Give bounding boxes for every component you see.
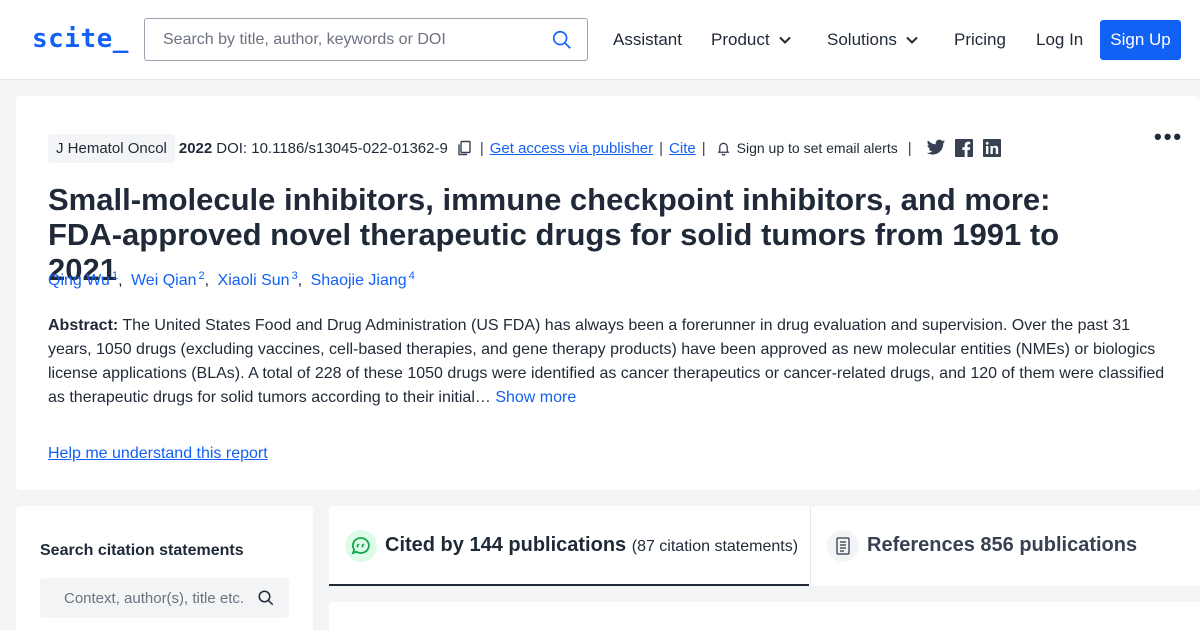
facebook-icon[interactable]: [954, 139, 974, 157]
citation-search-input[interactable]: [40, 578, 255, 618]
nav-solutions[interactable]: Solutions: [827, 30, 919, 50]
nav-login[interactable]: Log In: [1036, 30, 1083, 50]
separator: |: [907, 139, 912, 157]
abstract-label: Abstract:: [48, 317, 119, 334]
get-access-link[interactable]: Get access via publisher: [490, 140, 653, 157]
cited-by-label: Cited by 144 publications (87 citation s…: [385, 534, 799, 556]
cite-link[interactable]: Cite: [669, 140, 696, 157]
author-link[interactable]: Xiaoli Sun 3: [218, 270, 298, 289]
author-link[interactable]: Wei Qian 2: [131, 270, 205, 289]
top-navigation-bar: scite_ Assistant Product Solutions Prici…: [0, 0, 1200, 80]
citation-tabs: Cited by 144 publications (87 citation s…: [329, 506, 1200, 586]
paper-card: J Hematol Oncol 2022 DOI: 10.1186/s13045…: [16, 96, 1200, 490]
abstract: Abstract: The United States Food and Dru…: [48, 314, 1173, 410]
separator: ,: [204, 272, 210, 290]
chevron-down-icon: [778, 36, 791, 44]
nav-solutions-label: Solutions: [827, 30, 897, 49]
references-label: References 856 publications: [867, 534, 1138, 556]
linkedin-icon[interactable]: [982, 139, 1002, 157]
separator: ,: [118, 272, 123, 290]
copy-icon[interactable]: [456, 140, 472, 156]
separator: ,: [297, 272, 303, 290]
chat-quote-icon: [345, 530, 377, 562]
separator: |: [659, 139, 664, 157]
nav-assistant-label: Assistant: [613, 30, 682, 49]
more-options-button[interactable]: •••: [1154, 124, 1183, 150]
document-icon: [827, 530, 859, 562]
author-link[interactable]: Qing Wu 1: [48, 270, 118, 289]
show-more-link[interactable]: Show more: [495, 389, 576, 406]
nav-pricing[interactable]: Pricing: [954, 30, 1006, 50]
help-understand-link[interactable]: Help me understand this report: [48, 445, 268, 463]
chevron-down-icon: [906, 36, 918, 44]
tab-references[interactable]: References 856 publications: [810, 506, 1200, 586]
twitter-icon[interactable]: [926, 139, 946, 157]
tab-cited-by[interactable]: Cited by 144 publications (87 citation s…: [329, 506, 809, 586]
nav-login-label: Log In: [1036, 30, 1084, 49]
global-search-box: [144, 18, 588, 61]
separator: |: [479, 139, 484, 157]
citation-search-panel: Search citation statements: [16, 506, 313, 630]
search-icon[interactable]: [551, 29, 573, 51]
citation-statements-count: (87 citation statements): [631, 538, 799, 555]
nav-product[interactable]: Product: [711, 30, 792, 50]
journal-badge: J Hematol Oncol: [48, 133, 175, 163]
signup-button[interactable]: Sign Up: [1100, 20, 1181, 60]
abstract-text: The United States Food and Drug Administ…: [48, 317, 1165, 406]
citation-search-box: [40, 578, 289, 618]
author-link[interactable]: Shaojie Jiang 4: [311, 270, 415, 289]
separator: |: [701, 139, 706, 157]
paper-meta-row: J Hematol Oncol 2022 DOI: 10.1186/s13045…: [48, 132, 1002, 164]
scite-logo[interactable]: scite_: [32, 24, 129, 54]
author-list: Qing Wu 1, Wei Qian 2, Xiaoli Sun 3, Shaoji…: [48, 270, 415, 290]
citation-search-title: Search citation statements: [40, 542, 244, 559]
nav-product-label: Product: [711, 30, 770, 49]
search-icon[interactable]: [257, 589, 275, 607]
nav-assistant[interactable]: Assistant: [613, 30, 682, 50]
publication-year: 2022: [178, 139, 213, 157]
global-search-input[interactable]: [145, 19, 545, 60]
citations-list-card: [329, 602, 1200, 630]
doi-text: DOI: 10.1186/s13045-022-01362-9: [216, 139, 448, 157]
email-alerts-link[interactable]: Sign up to set email alerts: [737, 140, 898, 156]
bell-icon[interactable]: [716, 140, 731, 156]
nav-pricing-label: Pricing: [954, 30, 1006, 49]
